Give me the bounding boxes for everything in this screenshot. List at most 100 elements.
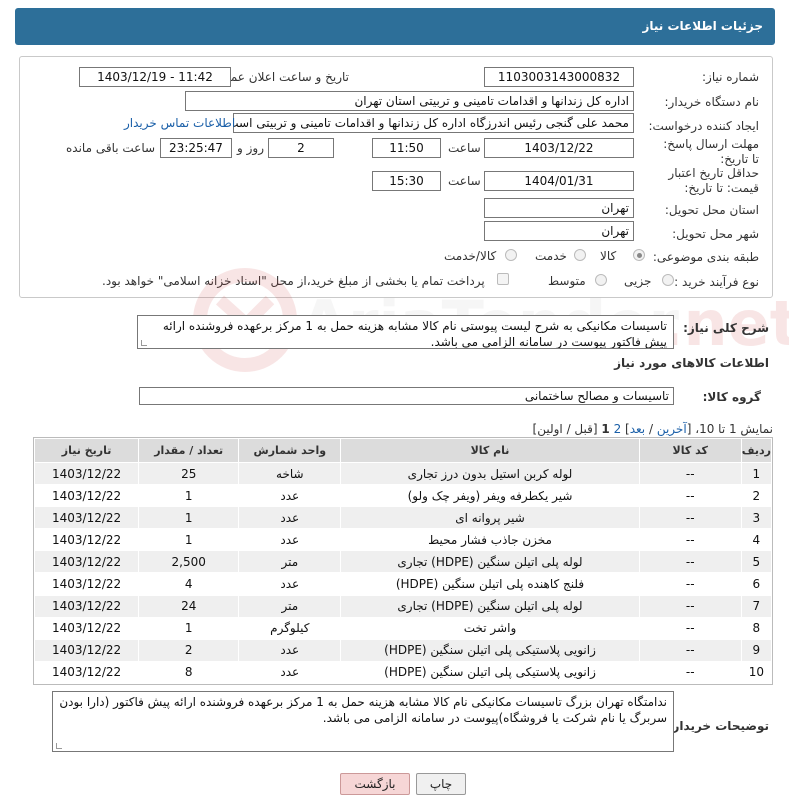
cell-code: -- — [638, 638, 742, 662]
price-time-field: 15:30 — [372, 171, 441, 191]
category-radio-goods-service[interactable] — [505, 249, 517, 261]
category-label: طبقه بندی موضوعی: — [652, 250, 759, 264]
col-header-quantity: تعداد / مقدار — [138, 438, 240, 463]
print-button[interactable]: چاپ — [416, 773, 466, 795]
table-row: 4 -- مخزن جاذب فشار محیط عدد 1 1403/12/22 — [33, 528, 773, 552]
table-row: 2 -- شیر یکطرفه ویفر (ویفر چک ولو) عدد 1 1403… — [33, 484, 773, 508]
cell-row-number: 5 — [740, 550, 773, 574]
cell-name: واشر تخت — [340, 616, 640, 640]
need-number-field: 1103003143000832 — [484, 67, 634, 87]
paging-next-link[interactable]: بعد — [630, 422, 645, 436]
cell-row-number: 1 — [740, 461, 773, 486]
category-radio-goods[interactable] — [633, 249, 645, 261]
cell-quantity: 25 — [138, 461, 240, 486]
cell-unit: عدد — [238, 638, 342, 662]
process-option-medium: متوسط — [548, 274, 586, 288]
cell-code: -- — [638, 660, 742, 684]
cell-row-number: 3 — [740, 506, 773, 530]
cell-row-number: 7 — [740, 594, 773, 618]
cell-name: لوله کربن استیل بدون درز تجاری — [340, 461, 640, 486]
reply-date-field: 1403/12/22 — [484, 138, 634, 158]
contact-buyer-link[interactable]: اطلاعات تماس خریدار — [124, 116, 235, 130]
col-header-name: نام کالا — [340, 438, 640, 463]
cell-name: شیر یکطرفه ویفر (ویفر چک ولو) — [340, 484, 640, 508]
table-row: 3 -- شیر پروانه ای عدد 1 1403/12/22 — [33, 506, 773, 530]
table-row: 10 -- زانویی پلاستیکی پلی اتیلن سنگین (HDP… — [33, 660, 773, 684]
cell-row-number: 8 — [740, 616, 773, 640]
table-row: 8 -- واشر تخت کیلوگرم 1 1403/12/22 — [33, 616, 773, 640]
reply-time-label: ساعت — [448, 141, 481, 155]
buyer-notes-textarea[interactable]: ندامتگاه تهران بزرگ تاسیسات مکانیکی نام … — [52, 691, 674, 752]
cell-date: 1403/12/22 — [33, 594, 140, 618]
table-row: 9 -- زانویی پلاستیکی پلی اتیلن سنگین (HDPE… — [33, 638, 773, 662]
cell-quantity: 2,500 — [138, 550, 240, 574]
resize-handle-icon[interactable] — [56, 743, 62, 749]
cell-quantity: 4 — [138, 572, 240, 596]
paging-bar: نمایش 1 تا 10، [آخرین / بعد] 2 1 [قبل / … — [532, 422, 773, 436]
cell-unit: عدد — [238, 506, 342, 530]
announce-field: 1403/12/19 - 11:42 — [79, 67, 231, 87]
creator-field: محمد علی گنجی رئیس اندرزگاه اداره کل زند… — [233, 113, 634, 133]
col-header-code: کد کالا — [638, 438, 742, 463]
resize-handle-icon[interactable] — [141, 340, 147, 346]
reply-deadline-label: مهلت ارسال پاسخ: تا تاریخ: — [663, 137, 759, 166]
treasury-payment-note: پرداخت تمام یا بخشی از مبلغ خرید،از محل … — [102, 274, 485, 288]
category-radio-service[interactable] — [574, 249, 586, 261]
goods-group-field: تاسیسات و مصالح ساختمانی — [139, 387, 674, 405]
cell-date: 1403/12/22 — [33, 550, 140, 574]
table-header-row: ردیف کد کالا نام کالا واحد شمارش تعداد /… — [33, 438, 773, 463]
summary-text: تاسیسات مکانیکی به شرح لیست پیوستی نام ک… — [162, 319, 667, 349]
days-label: روز و — [237, 141, 264, 155]
cell-quantity: 1 — [138, 506, 240, 530]
cell-unit: کیلوگرم — [238, 616, 342, 640]
table-row: 7 -- لوله پلی اتیلن سنگین (HDPE) تجاری متر 2… — [33, 594, 773, 618]
price-date-field: 1404/01/31 — [484, 171, 634, 191]
time-remaining-label: ساعت باقی مانده — [66, 141, 156, 155]
cell-unit: متر — [238, 594, 342, 618]
cell-unit: عدد — [238, 528, 342, 552]
process-label: نوع فرآیند خرید : — [674, 275, 759, 289]
time-remaining-field: 23:25:47 — [160, 138, 232, 158]
paging-last-link[interactable]: آخرین — [657, 422, 687, 436]
price-time-label: ساعت — [448, 174, 481, 188]
col-header-row-number: ردیف — [740, 438, 773, 463]
cell-row-number: 4 — [740, 528, 773, 552]
cell-code: -- — [638, 528, 742, 552]
cell-code: -- — [638, 572, 742, 596]
cell-name: لوله پلی اتیلن سنگین (HDPE) تجاری — [340, 550, 640, 574]
cell-row-number: 2 — [740, 484, 773, 508]
process-radio-medium[interactable] — [595, 274, 607, 286]
price-validity-label: حداقل تاریخ اعتبار قیمت: تا تاریخ: — [668, 166, 759, 195]
buyer-org-label: نام دستگاه خریدار: — [664, 95, 760, 109]
cell-code: -- — [638, 484, 742, 508]
cell-date: 1403/12/22 — [33, 484, 140, 508]
paging-page-2-link[interactable]: 2 — [614, 422, 622, 436]
summary-textarea[interactable]: تاسیسات مکانیکی به شرح لیست پیوستی نام ک… — [137, 315, 674, 349]
table-row: 5 -- لوله پلی اتیلن سنگین (HDPE) تجاری متر 2… — [33, 550, 773, 574]
cell-date: 1403/12/22 — [33, 660, 140, 684]
cell-quantity: 1 — [138, 616, 240, 640]
cell-date: 1403/12/22 — [33, 616, 140, 640]
cell-name: زانویی پلاستیکی پلی اتیلن سنگین (HDPE) — [340, 660, 640, 684]
back-button[interactable]: بازگشت — [340, 773, 410, 795]
cell-row-number: 9 — [740, 638, 773, 662]
cell-code: -- — [638, 461, 742, 486]
col-header-date: تاریخ نیاز — [33, 438, 140, 463]
treasury-payment-checkbox[interactable] — [497, 273, 509, 285]
need-number-label: شماره نیاز: — [702, 70, 759, 84]
category-option-service: خدمت — [535, 249, 567, 263]
buyer-notes-text: ندامتگاه تهران بزرگ تاسیسات مکانیکی نام … — [59, 695, 667, 725]
col-header-unit: واحد شمارش — [238, 438, 342, 463]
process-radio-minor[interactable] — [662, 274, 674, 286]
cell-date: 1403/12/22 — [33, 506, 140, 530]
cell-quantity: 1 — [138, 484, 240, 508]
province-label: استان محل تحویل: — [664, 203, 759, 217]
province-field: تهران — [484, 198, 634, 218]
summary-label: شرح کلی نیاز: — [683, 321, 769, 335]
paging-current-page: 1 — [601, 422, 610, 436]
cell-unit: عدد — [238, 572, 342, 596]
cell-quantity: 24 — [138, 594, 240, 618]
cell-name: مخزن جاذب فشار محیط — [340, 528, 640, 552]
cell-date: 1403/12/22 — [33, 461, 140, 486]
page-title: جزئیات اطلاعات نیاز — [642, 19, 763, 33]
